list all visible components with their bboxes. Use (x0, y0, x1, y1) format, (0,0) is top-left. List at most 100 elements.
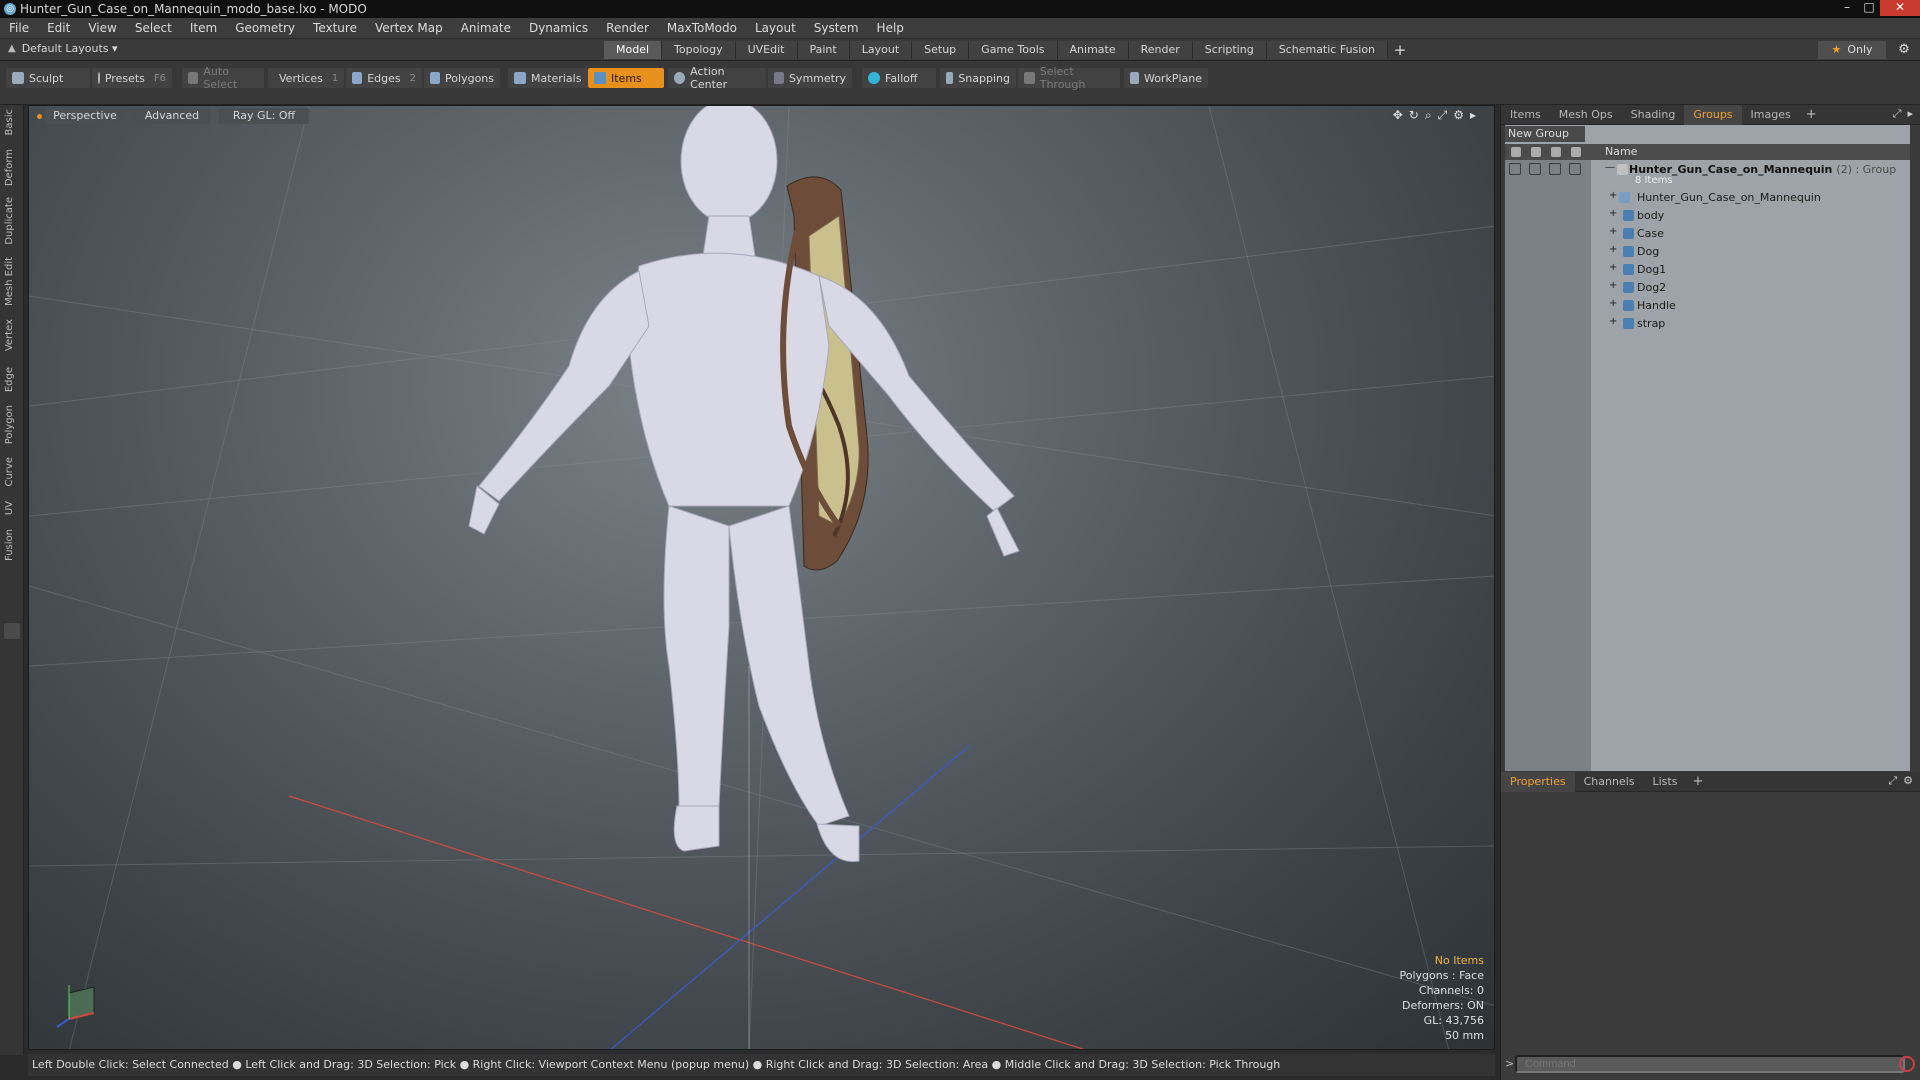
add-tab-button[interactable]: + (1388, 41, 1412, 59)
presets-button[interactable]: Presets F6 (92, 68, 172, 88)
action-center-button[interactable]: Action Center (668, 65, 766, 91)
polygons-button[interactable]: Polygons (424, 68, 500, 88)
select-column-icon[interactable] (1571, 147, 1581, 157)
add-panel-tab-button[interactable]: + (1800, 107, 1823, 122)
list-item[interactable]: + body (1505, 207, 1910, 225)
tab-schematic-fusion[interactable]: Schematic Fusion (1266, 41, 1389, 59)
menu-help[interactable]: Help (868, 21, 913, 35)
zoom-icon[interactable]: ⌕ (1425, 108, 1432, 123)
menu-select[interactable]: Select (126, 21, 181, 35)
only-toggle[interactable]: ★ Only (1818, 41, 1886, 59)
menu-dynamics[interactable]: Dynamics (520, 21, 597, 35)
tab-shading[interactable]: Shading (1622, 105, 1685, 125)
expand-icon[interactable]: + (1609, 208, 1617, 219)
tab-properties[interactable]: Properties (1501, 771, 1575, 792)
vtab-polygon[interactable]: Polygon (4, 405, 20, 444)
menu-maxtomodo[interactable]: MaxToModo (658, 21, 746, 35)
tab-layout[interactable]: Layout (849, 41, 913, 59)
menu-edit[interactable]: Edit (38, 21, 79, 35)
vtab-duplicate[interactable]: Duplicate (4, 197, 20, 245)
collapse-icon[interactable]: — (1605, 162, 1615, 173)
menu-view[interactable]: View (79, 21, 125, 35)
advanced-dropdown[interactable]: Advanced (133, 108, 211, 124)
add-properties-tab-button[interactable]: + (1686, 774, 1709, 789)
tab-images[interactable]: Images (1742, 105, 1800, 125)
menu-file[interactable]: File (0, 21, 38, 35)
tab-paint[interactable]: Paint (797, 41, 850, 59)
expand-icon[interactable]: + (1609, 244, 1617, 255)
viewport-expand-icon[interactable]: ▸ (1470, 108, 1476, 123)
tab-groups[interactable]: Groups (1684, 104, 1742, 125)
list-item[interactable]: + Dog2 (1505, 279, 1910, 297)
expand-icon[interactable]: + (1609, 190, 1617, 201)
close-button[interactable]: ✕ (1880, 0, 1920, 16)
render-column-icon[interactable] (1531, 147, 1541, 157)
select-through-button[interactable]: Select Through (1018, 65, 1120, 91)
workplane-button[interactable]: WorkPlane (1124, 68, 1208, 88)
tab-items[interactable]: Items (1501, 105, 1550, 125)
name-column-header[interactable]: Name (1605, 144, 1637, 160)
tab-model[interactable]: Model (604, 41, 663, 59)
expand-icon[interactable]: + (1609, 280, 1617, 291)
list-item[interactable]: + Dog1 (1505, 261, 1910, 279)
3d-viewport[interactable]: Perspective Advanced Ray GL: Off ✥ ↻ ⌕ ⤢… (28, 105, 1495, 1050)
viewport-menu-dot[interactable] (37, 114, 42, 119)
vtab-basic[interactable]: Basic (4, 109, 20, 135)
falloff-button[interactable]: Falloff (862, 68, 936, 88)
menu-geometry[interactable]: Geometry (226, 21, 304, 35)
menu-layout[interactable]: Layout (746, 21, 805, 35)
pan-icon[interactable]: ✥ (1393, 108, 1403, 123)
list-item[interactable]: + Case (1505, 225, 1910, 243)
lock-column-icon[interactable] (1551, 147, 1561, 157)
tab-channels[interactable]: Channels (1575, 772, 1644, 792)
list-item[interactable]: + Handle (1505, 297, 1910, 315)
tab-render[interactable]: Render (1128, 41, 1193, 59)
vertices-button[interactable]: Vertices 1 (268, 68, 344, 88)
symmetry-button[interactable]: Symmetry (768, 68, 852, 88)
layout-selector[interactable]: ▲ Default Layouts ▾ (8, 42, 118, 55)
mannequin-model[interactable] (468, 106, 1020, 863)
properties-settings-icon[interactable]: ⚙ (1903, 774, 1913, 788)
expand-icon[interactable]: + (1609, 316, 1617, 327)
panel-menu-icon[interactable]: ▸ (1907, 107, 1913, 121)
tab-game-tools[interactable]: Game Tools (969, 41, 1058, 59)
menu-texture[interactable]: Texture (304, 21, 366, 35)
expand-properties-icon[interactable]: ⤢ (1888, 774, 1897, 788)
maximize-viewport-icon[interactable]: ⤢ (1438, 108, 1448, 123)
tab-animate[interactable]: Animate (1057, 41, 1129, 59)
menu-item[interactable]: Item (181, 21, 226, 35)
tab-mesh-ops[interactable]: Mesh Ops (1550, 105, 1622, 125)
tab-lists[interactable]: Lists (1644, 772, 1687, 792)
vtab-edge[interactable]: Edge (4, 367, 20, 392)
vtab-vertex[interactable]: Vertex (4, 319, 20, 351)
visibility-column-icon[interactable] (1511, 147, 1521, 157)
expand-icon[interactable]: + (1609, 262, 1617, 273)
new-group-button[interactable]: New Group (1505, 126, 1585, 142)
vtab-curve[interactable]: Curve (4, 457, 20, 487)
tab-uvedit[interactable]: UVEdit (735, 41, 798, 59)
command-stop-icon[interactable] (1899, 1056, 1915, 1072)
snapping-button[interactable]: Snapping (940, 68, 1016, 88)
menu-render[interactable]: Render (597, 21, 658, 35)
materials-button[interactable]: Materials (508, 68, 588, 88)
collapse-icon[interactable]: ▲ (8, 43, 16, 54)
menu-system[interactable]: System (805, 21, 868, 35)
expand-icon[interactable]: + (1609, 298, 1617, 309)
list-item[interactable]: + Dog (1505, 243, 1910, 261)
expand-icon[interactable]: + (1609, 226, 1617, 237)
groups-list[interactable]: New Group Name — Hunter_Gun_Case_on_Mann… (1505, 125, 1910, 771)
minimize-button[interactable]: – (1836, 0, 1858, 16)
list-item[interactable]: + strap (1505, 315, 1910, 333)
palette-toggle-button[interactable] (4, 623, 20, 639)
maximize-button[interactable]: □ (1858, 0, 1880, 16)
vtab-mesh-edit[interactable]: Mesh Edit (4, 257, 20, 306)
menu-animate[interactable]: Animate (452, 21, 520, 35)
rotate-icon[interactable]: ↻ (1409, 108, 1419, 123)
command-input[interactable] (1515, 1055, 1905, 1073)
edges-button[interactable]: Edges 2 (346, 68, 422, 88)
menu-vertex-map[interactable]: Vertex Map (366, 21, 452, 35)
raygl-toggle[interactable]: Ray GL: Off (219, 108, 309, 124)
sculpt-button[interactable]: Sculpt (6, 68, 90, 88)
items-button[interactable]: Items (588, 68, 664, 88)
vtab-deform[interactable]: Deform (4, 149, 20, 186)
